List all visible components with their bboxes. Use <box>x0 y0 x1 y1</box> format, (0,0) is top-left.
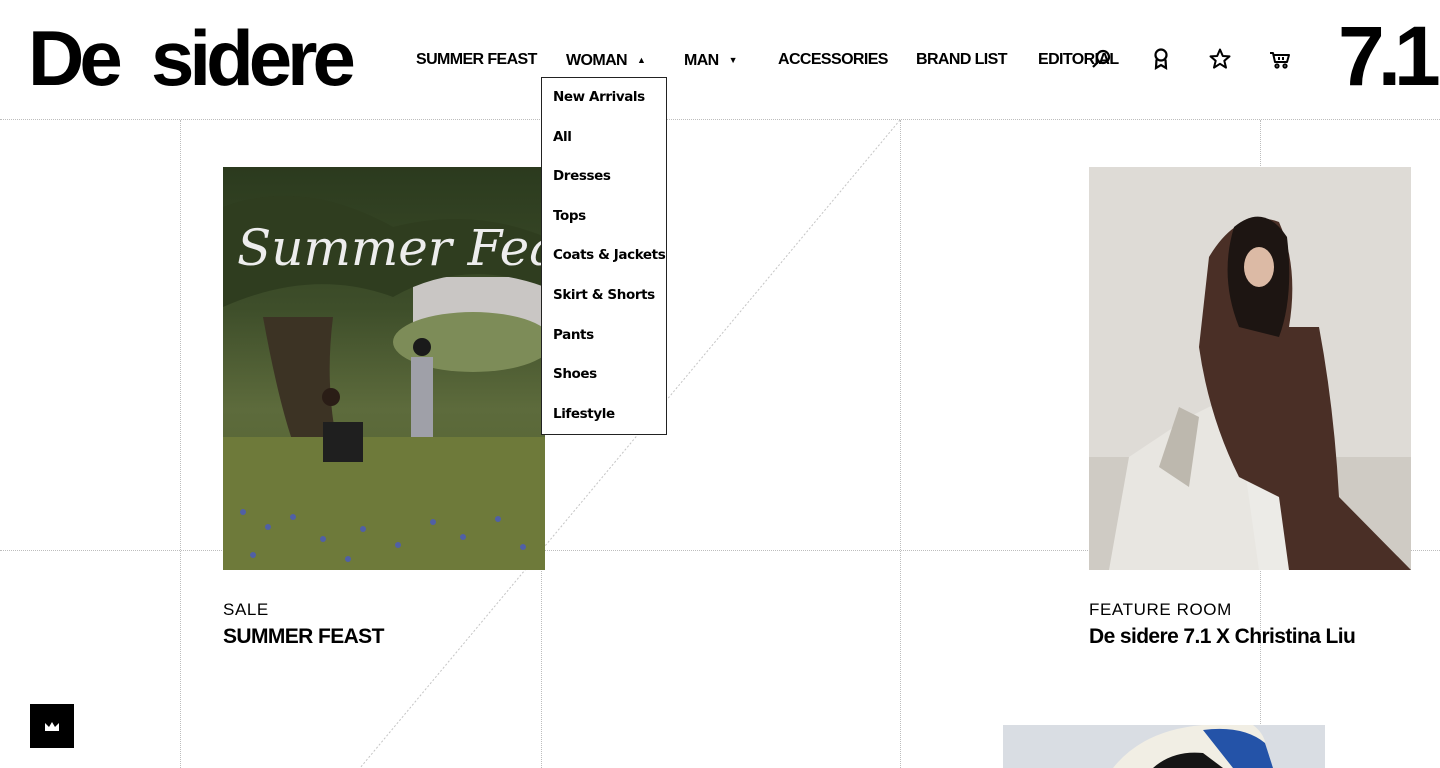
dropdown-item-shoes[interactable]: Shoes <box>553 366 597 382</box>
dropdown-item-lifestyle[interactable]: Lifestyle <box>553 406 615 422</box>
dropdown-item-skirt-shorts[interactable]: Skirt & Shorts <box>553 287 655 303</box>
nav-item-summer-feast[interactable]: SUMMER FEAST <box>416 50 537 70</box>
nav-item-woman[interactable]: WOMAN ▲ <box>566 50 646 71</box>
site-header: De sidere SUMMER FEAST WOMAN ▲ MAN ▼ ACCES… <box>0 0 1440 120</box>
search-icon[interactable] <box>1089 46 1115 72</box>
summer-feast-image[interactable]: Summer Feast <box>223 167 545 570</box>
brand-logo[interactable]: De sidere <box>28 12 356 104</box>
favorites-star-icon[interactable] <box>1207 46 1233 72</box>
summer-feast-image-title: Summer Feast <box>237 219 545 277</box>
card-kicker: SALE <box>223 600 269 619</box>
nav-item-man[interactable]: MAN ▼ <box>684 50 738 71</box>
caret-up-icon: ▲ <box>637 55 646 65</box>
caret-down-icon: ▼ <box>728 55 738 65</box>
feature-room-image[interactable] <box>1089 167 1411 570</box>
editorial-teaser-image[interactable] <box>1003 725 1325 768</box>
card-kicker: FEATURE ROOM <box>1089 600 1232 619</box>
dropdown-item-all[interactable]: All <box>553 129 572 145</box>
card-title[interactable]: De sidere 7.1 X Christina Liu <box>1089 624 1356 650</box>
card-title[interactable]: SUMMER FEAST <box>223 624 384 650</box>
nav-item-accessories[interactable]: ACCESSORIES <box>778 50 888 70</box>
nav-item-label: SUMMER FEAST <box>416 51 537 68</box>
dropdown-item-new-arrivals[interactable]: New Arrivals <box>553 89 645 105</box>
nav-item-label: MAN <box>684 52 719 69</box>
floating-crown-button[interactable] <box>30 704 74 748</box>
cart-icon[interactable] <box>1267 46 1293 72</box>
nav-item-label: WOMAN <box>566 52 628 69</box>
nav-item-brand-list[interactable]: BRAND LIST <box>916 50 1007 70</box>
nav-item-label: BRAND LIST <box>916 51 1007 68</box>
account-icon[interactable] <box>1148 46 1174 72</box>
crown-icon <box>45 722 59 731</box>
woman-dropdown-menu: New Arrivals All Dresses Tops Coats & Ja… <box>541 77 667 435</box>
dropdown-item-tops[interactable]: Tops <box>553 208 586 224</box>
dropdown-item-coats-jackets[interactable]: Coats & Jackets <box>553 247 666 263</box>
dropdown-item-dresses[interactable]: Dresses <box>553 168 611 184</box>
brand-mark[interactable]: 7.1 <box>1338 10 1440 102</box>
dropdown-item-pants[interactable]: Pants <box>553 327 594 343</box>
nav-item-label: ACCESSORIES <box>778 51 888 68</box>
